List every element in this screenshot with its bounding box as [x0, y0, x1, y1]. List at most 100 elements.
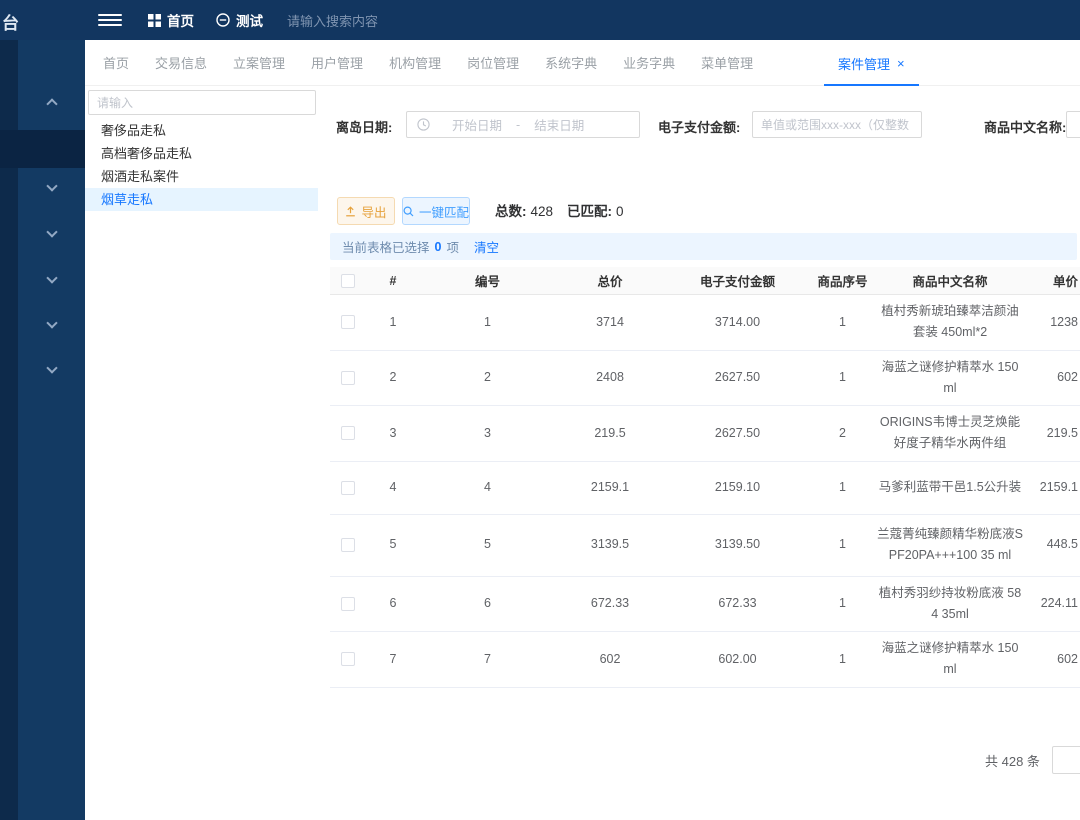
row-checkbox[interactable]	[341, 597, 355, 611]
category-item-active[interactable]: 烟草走私	[85, 188, 318, 211]
cell-total-price: 1033.47	[555, 697, 665, 703]
date-filter-label: 离岛日期:	[336, 117, 392, 136]
alert-prefix: 当前表格已选择	[342, 237, 430, 256]
category-item[interactable]: 烟酒走私案件	[85, 165, 318, 188]
global-search-input[interactable]: 请输入搜索内容	[287, 0, 378, 40]
cell-total-price: 219.5	[555, 417, 665, 450]
sidebar-active-item[interactable]	[0, 130, 85, 168]
cell-epay-amount: 2627.50	[665, 417, 810, 450]
cell-unit-price: 2159.1	[1025, 471, 1080, 504]
cell-product-name: ORIGINS韦博士灵芝焕能好度子精华水两件组	[875, 406, 1025, 461]
one-click-match-button[interactable]: 一键匹配	[402, 197, 470, 225]
amount-filter-input[interactable]	[752, 111, 922, 138]
search-icon	[403, 206, 414, 217]
page-tab[interactable]: 系统字典	[545, 40, 597, 85]
column-header: 电子支付金额	[665, 271, 810, 290]
cell-index: 5	[366, 528, 420, 561]
column-header: 总价	[555, 271, 665, 290]
cell-product-name: 马爹利蓝带干邑1.5公升装	[875, 471, 1025, 504]
cell-code: 6	[420, 587, 555, 620]
page-tab[interactable]: 菜单管理	[701, 40, 753, 85]
row-checkbox-cell	[330, 306, 366, 339]
pagination: 共 428 条	[318, 746, 1080, 774]
expand-down-icon[interactable]	[46, 180, 57, 191]
row-checkbox[interactable]	[341, 538, 355, 552]
page-tab[interactable]: 立案管理	[233, 40, 285, 85]
date-range-picker[interactable]: 开始日期 - 结束日期	[406, 111, 640, 138]
clear-selection-link[interactable]: 清空	[474, 237, 499, 256]
table-row: 3 3 219.5 2627.50 2 ORIGINS韦博士灵芝焕能好度子精华水…	[330, 406, 1080, 462]
collapse-up-icon[interactable]	[46, 98, 57, 109]
top-nav-items: 首页 测试	[148, 0, 263, 40]
table-row: 7 7 602 602.00 1 海蓝之谜修护精萃水 150ml 602	[330, 632, 1080, 688]
nav-item-home[interactable]: 首页	[148, 10, 194, 30]
cell-code: 5	[420, 528, 555, 561]
page-tab[interactable]: 用户管理	[311, 40, 363, 85]
page-size-select[interactable]	[1052, 746, 1080, 774]
cell-index: 4	[366, 471, 420, 504]
nav-item-test[interactable]: 测试	[216, 10, 263, 30]
cell-epay-amount: 602.00	[665, 643, 810, 676]
expand-down-icon[interactable]	[46, 226, 57, 237]
cell-index: 7	[366, 643, 420, 676]
page-tab[interactable]: 机构管理	[389, 40, 441, 85]
expand-down-icon[interactable]	[46, 317, 57, 328]
amount-filter-label: 电子支付金额:	[658, 117, 740, 136]
cell-index: 6	[366, 587, 420, 620]
cell-product-name: 植村秀新琥珀臻萃洁颜油套装 450ml*2	[875, 295, 1025, 350]
select-all-checkbox[interactable]	[341, 274, 355, 288]
expand-down-icon[interactable]	[46, 272, 57, 283]
cell-unit-price: 602	[1025, 361, 1080, 394]
cell-product-seq: 1	[810, 643, 875, 676]
page-tab[interactable]: 交易信息	[155, 40, 207, 85]
row-checkbox[interactable]	[341, 652, 355, 666]
category-item[interactable]: 高档奢侈品走私	[85, 142, 318, 165]
page-tab[interactable]: 业务字典	[623, 40, 675, 85]
matched-value: 0	[616, 204, 624, 219]
table-row: 5 5 3139.5 3139.50 1 兰蔻菁纯臻颜精华粉底液SPF20PA+…	[330, 515, 1080, 577]
nav-test-label: 测试	[236, 10, 263, 30]
row-checkbox-cell	[330, 528, 366, 561]
date-end-placeholder: 结束日期	[534, 115, 584, 134]
export-button[interactable]: 导出	[337, 197, 395, 225]
row-checkbox[interactable]	[341, 315, 355, 329]
page-tab[interactable]: 首页	[103, 40, 129, 85]
expand-down-icon[interactable]	[46, 362, 57, 373]
cell-epay-amount: 2159.10	[665, 471, 810, 504]
table-header: #编号总价电子支付金额商品序号商品中文名称单价	[330, 267, 1080, 295]
cell-code: 1	[420, 306, 555, 339]
category-item[interactable]: 奢侈品走私	[85, 119, 318, 142]
cell-code: 8	[420, 697, 555, 703]
cell-total-price: 2408	[555, 361, 665, 394]
cell-code: 7	[420, 643, 555, 676]
cell-code: 3	[420, 417, 555, 450]
category-list: 奢侈品走私高档奢侈品走私烟酒走私案件	[85, 119, 318, 188]
table-row: 2 2 2408 2627.50 1 海蓝之谜修护精萃水 150ml 602	[330, 351, 1080, 407]
cell-total-price: 2159.1	[555, 471, 665, 504]
table-row: 4 4 2159.1 2159.10 1 马爹利蓝带干邑1.5公升装 2159.…	[330, 462, 1080, 515]
cell-total-price: 3139.5	[555, 528, 665, 561]
tab-case-management-active[interactable]: 案件管理 ×	[838, 40, 905, 86]
cell-product-name: 植村秀羽纱持妆粉底液 584 35ml	[875, 577, 1025, 632]
category-search-input[interactable]	[88, 90, 316, 115]
table-row: 8 8 1033.47 1033.47 1 卡诗菁纯亮泽经典香氛 180.43	[330, 688, 1080, 704]
hamburger-menu-icon[interactable]	[98, 11, 122, 29]
cell-epay-amount: 2627.50	[665, 361, 810, 394]
close-tab-icon[interactable]: ×	[897, 56, 905, 71]
cell-product-seq: 1	[810, 471, 875, 504]
active-tab-label: 案件管理	[838, 54, 890, 73]
date-separator: -	[516, 118, 520, 132]
row-checkbox[interactable]	[341, 371, 355, 385]
cell-unit-price: 224.11	[1025, 587, 1080, 620]
cell-unit-price: 1238	[1025, 306, 1080, 339]
row-checkbox[interactable]	[341, 481, 355, 495]
table-row: 1 1 3714 3714.00 1 植村秀新琥珀臻萃洁颜油套装 450ml*2…	[330, 295, 1080, 351]
name-filter-input[interactable]	[1066, 111, 1080, 138]
cell-epay-amount: 3714.00	[665, 306, 810, 339]
page-tab[interactable]: 岗位管理	[467, 40, 519, 85]
cell-product-seq: 1	[810, 306, 875, 339]
row-checkbox[interactable]	[341, 426, 355, 440]
total-count-text: 共 428 条	[985, 751, 1040, 770]
cell-code: 2	[420, 361, 555, 394]
cell-product-name: 兰蔻菁纯臻颜精华粉底液SPF20PA+++100 35 ml	[875, 518, 1025, 573]
